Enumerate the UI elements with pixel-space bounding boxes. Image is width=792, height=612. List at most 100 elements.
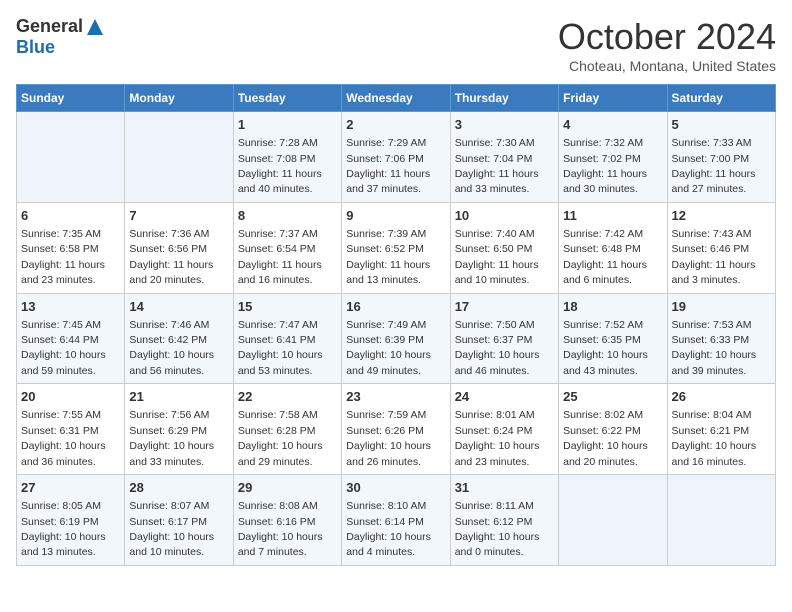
day-info: Sunrise: 7:46 AMSunset: 6:42 PMDaylight:… — [129, 319, 214, 377]
week-row-4: 20Sunrise: 7:55 AMSunset: 6:31 PMDayligh… — [17, 384, 776, 475]
day-info: Sunrise: 8:08 AMSunset: 6:16 PMDaylight:… — [238, 500, 323, 558]
page-header: General Blue October 2024 Choteau, Monta… — [16, 16, 776, 74]
header-day-monday: Monday — [125, 85, 233, 112]
day-number: 17 — [455, 298, 554, 316]
header-day-sunday: Sunday — [17, 85, 125, 112]
day-info: Sunrise: 7:29 AMSunset: 7:06 PMDaylight:… — [346, 137, 430, 195]
day-info: Sunrise: 7:50 AMSunset: 6:37 PMDaylight:… — [455, 319, 540, 377]
day-info: Sunrise: 7:53 AMSunset: 6:33 PMDaylight:… — [672, 319, 757, 377]
day-info: Sunrise: 7:55 AMSunset: 6:31 PMDaylight:… — [21, 409, 106, 467]
day-info: Sunrise: 8:11 AMSunset: 6:12 PMDaylight:… — [455, 500, 540, 558]
calendar-cell: 29 Sunrise: 8:08 AMSunset: 6:16 PMDayligh… — [233, 475, 341, 566]
day-info: Sunrise: 8:01 AMSunset: 6:24 PMDaylight:… — [455, 409, 540, 467]
day-info: Sunrise: 8:05 AMSunset: 6:19 PMDaylight:… — [21, 500, 106, 558]
day-number: 11 — [563, 207, 662, 225]
calendar-cell: 9Sunrise: 7:39 AMSunset: 6:52 PMDaylight… — [342, 202, 450, 293]
calendar-cell: 28 Sunrise: 8:07 AMSunset: 6:17 PMDayligh… — [125, 475, 233, 566]
day-info: Sunrise: 8:10 AMSunset: 6:14 PMDaylight:… — [346, 500, 431, 558]
day-info: Sunrise: 7:33 AMSunset: 7:00 PMDaylight:… — [672, 137, 756, 195]
day-number: 24 — [455, 388, 554, 406]
day-info: Sunrise: 7:28 AMSunset: 7:08 PMDaylight:… — [238, 137, 322, 195]
day-info: Sunrise: 7:45 AMSunset: 6:44 PMDaylight:… — [21, 319, 106, 377]
week-row-2: 6Sunrise: 7:35 AMSunset: 6:58 PMDaylight… — [17, 202, 776, 293]
calendar-cell: 25Sunrise: 8:02 AMSunset: 6:22 PMDayligh… — [559, 384, 667, 475]
day-info: Sunrise: 7:59 AMSunset: 6:26 PMDaylight:… — [346, 409, 431, 467]
logo-icon — [85, 17, 105, 37]
calendar-cell: 3Sunrise: 7:30 AMSunset: 7:04 PMDaylight… — [450, 112, 558, 203]
day-info: Sunrise: 7:32 AMSunset: 7:02 PMDaylight:… — [563, 137, 647, 195]
day-number: 30 — [346, 479, 445, 497]
day-number: 10 — [455, 207, 554, 225]
calendar-cell: 20Sunrise: 7:55 AMSunset: 6:31 PMDayligh… — [17, 384, 125, 475]
calendar-cell: 15 Sunrise: 7:47 AMSunset: 6:41 PMDayligh… — [233, 293, 341, 384]
day-number: 7 — [129, 207, 228, 225]
calendar-cell: 11 Sunrise: 7:42 AMSunset: 6:48 PMDayligh… — [559, 202, 667, 293]
calendar-cell: 21Sunrise: 7:56 AMSunset: 6:29 PMDayligh… — [125, 384, 233, 475]
day-info: Sunrise: 7:52 AMSunset: 6:35 PMDaylight:… — [563, 319, 648, 377]
day-number: 5 — [672, 116, 771, 134]
calendar-cell: 19Sunrise: 7:53 AMSunset: 6:33 PMDayligh… — [667, 293, 775, 384]
day-info: Sunrise: 7:58 AMSunset: 6:28 PMDaylight:… — [238, 409, 323, 467]
calendar-header: SundayMondayTuesdayWednesdayThursdayFrid… — [17, 85, 776, 112]
calendar-cell: 2 Sunrise: 7:29 AMSunset: 7:06 PMDaylight… — [342, 112, 450, 203]
day-number: 14 — [129, 298, 228, 316]
calendar-cell: 16Sunrise: 7:49 AMSunset: 6:39 PMDayligh… — [342, 293, 450, 384]
day-number: 23 — [346, 388, 445, 406]
day-info: Sunrise: 7:36 AMSunset: 6:56 PMDaylight:… — [129, 228, 213, 286]
calendar-cell: 5 Sunrise: 7:33 AMSunset: 7:00 PMDaylight… — [667, 112, 775, 203]
day-number: 12 — [672, 207, 771, 225]
logo-general: General — [16, 16, 83, 37]
calendar-cell: 23 Sunrise: 7:59 AMSunset: 6:26 PMDayligh… — [342, 384, 450, 475]
day-info: Sunrise: 7:49 AMSunset: 6:39 PMDaylight:… — [346, 319, 431, 377]
day-number: 31 — [455, 479, 554, 497]
title-block: October 2024 Choteau, Montana, United St… — [558, 16, 776, 74]
day-info: Sunrise: 7:40 AMSunset: 6:50 PMDaylight:… — [455, 228, 539, 286]
header-day-thursday: Thursday — [450, 85, 558, 112]
day-info: Sunrise: 8:04 AMSunset: 6:21 PMDaylight:… — [672, 409, 757, 467]
week-row-1: 1 Sunrise: 7:28 AMSunset: 7:08 PMDaylight… — [17, 112, 776, 203]
calendar-cell: 22 Sunrise: 7:58 AMSunset: 6:28 PMDayligh… — [233, 384, 341, 475]
calendar-cell: 7 Sunrise: 7:36 AMSunset: 6:56 PMDaylight… — [125, 202, 233, 293]
calendar-cell: 4Sunrise: 7:32 AMSunset: 7:02 PMDaylight… — [559, 112, 667, 203]
day-number: 2 — [346, 116, 445, 134]
day-info: Sunrise: 7:43 AMSunset: 6:46 PMDaylight:… — [672, 228, 756, 286]
calendar-cell: 27 Sunrise: 8:05 AMSunset: 6:19 PMDayligh… — [17, 475, 125, 566]
calendar-cell: 30 Sunrise: 8:10 AMSunset: 6:14 PMDayligh… — [342, 475, 450, 566]
calendar-cell: 10 Sunrise: 7:40 AMSunset: 6:50 PMDayligh… — [450, 202, 558, 293]
day-number: 29 — [238, 479, 337, 497]
day-number: 28 — [129, 479, 228, 497]
calendar-cell: 24 Sunrise: 8:01 AMSunset: 6:24 PMDayligh… — [450, 384, 558, 475]
day-number: 25 — [563, 388, 662, 406]
day-info: Sunrise: 7:39 AMSunset: 6:52 PMDaylight:… — [346, 228, 430, 286]
calendar-cell: 1 Sunrise: 7:28 AMSunset: 7:08 PMDaylight… — [233, 112, 341, 203]
header-day-friday: Friday — [559, 85, 667, 112]
day-number: 27 — [21, 479, 120, 497]
header-day-saturday: Saturday — [667, 85, 775, 112]
day-info: Sunrise: 8:07 AMSunset: 6:17 PMDaylight:… — [129, 500, 214, 558]
week-row-3: 13 Sunrise: 7:45 AMSunset: 6:44 PMDayligh… — [17, 293, 776, 384]
calendar-cell — [667, 475, 775, 566]
day-number: 15 — [238, 298, 337, 316]
calendar-cell: 8Sunrise: 7:37 AMSunset: 6:54 PMDaylight… — [233, 202, 341, 293]
day-number: 8 — [238, 207, 337, 225]
day-number: 1 — [238, 116, 337, 134]
day-info: Sunrise: 7:42 AMSunset: 6:48 PMDaylight:… — [563, 228, 647, 286]
calendar-cell — [17, 112, 125, 203]
calendar-cell: 26 Sunrise: 8:04 AMSunset: 6:21 PMDayligh… — [667, 384, 775, 475]
day-info: Sunrise: 7:56 AMSunset: 6:29 PMDaylight:… — [129, 409, 214, 467]
header-day-tuesday: Tuesday — [233, 85, 341, 112]
location: Choteau, Montana, United States — [558, 58, 776, 74]
logo-blue: Blue — [16, 37, 55, 58]
calendar-cell — [125, 112, 233, 203]
day-number: 26 — [672, 388, 771, 406]
calendar-table: SundayMondayTuesdayWednesdayThursdayFrid… — [16, 84, 776, 566]
header-row: SundayMondayTuesdayWednesdayThursdayFrid… — [17, 85, 776, 112]
header-day-wednesday: Wednesday — [342, 85, 450, 112]
calendar-cell: 6Sunrise: 7:35 AMSunset: 6:58 PMDaylight… — [17, 202, 125, 293]
week-row-5: 27 Sunrise: 8:05 AMSunset: 6:19 PMDayligh… — [17, 475, 776, 566]
day-info: Sunrise: 7:47 AMSunset: 6:41 PMDaylight:… — [238, 319, 323, 377]
day-number: 3 — [455, 116, 554, 134]
day-number: 13 — [21, 298, 120, 316]
day-number: 22 — [238, 388, 337, 406]
day-number: 18 — [563, 298, 662, 316]
